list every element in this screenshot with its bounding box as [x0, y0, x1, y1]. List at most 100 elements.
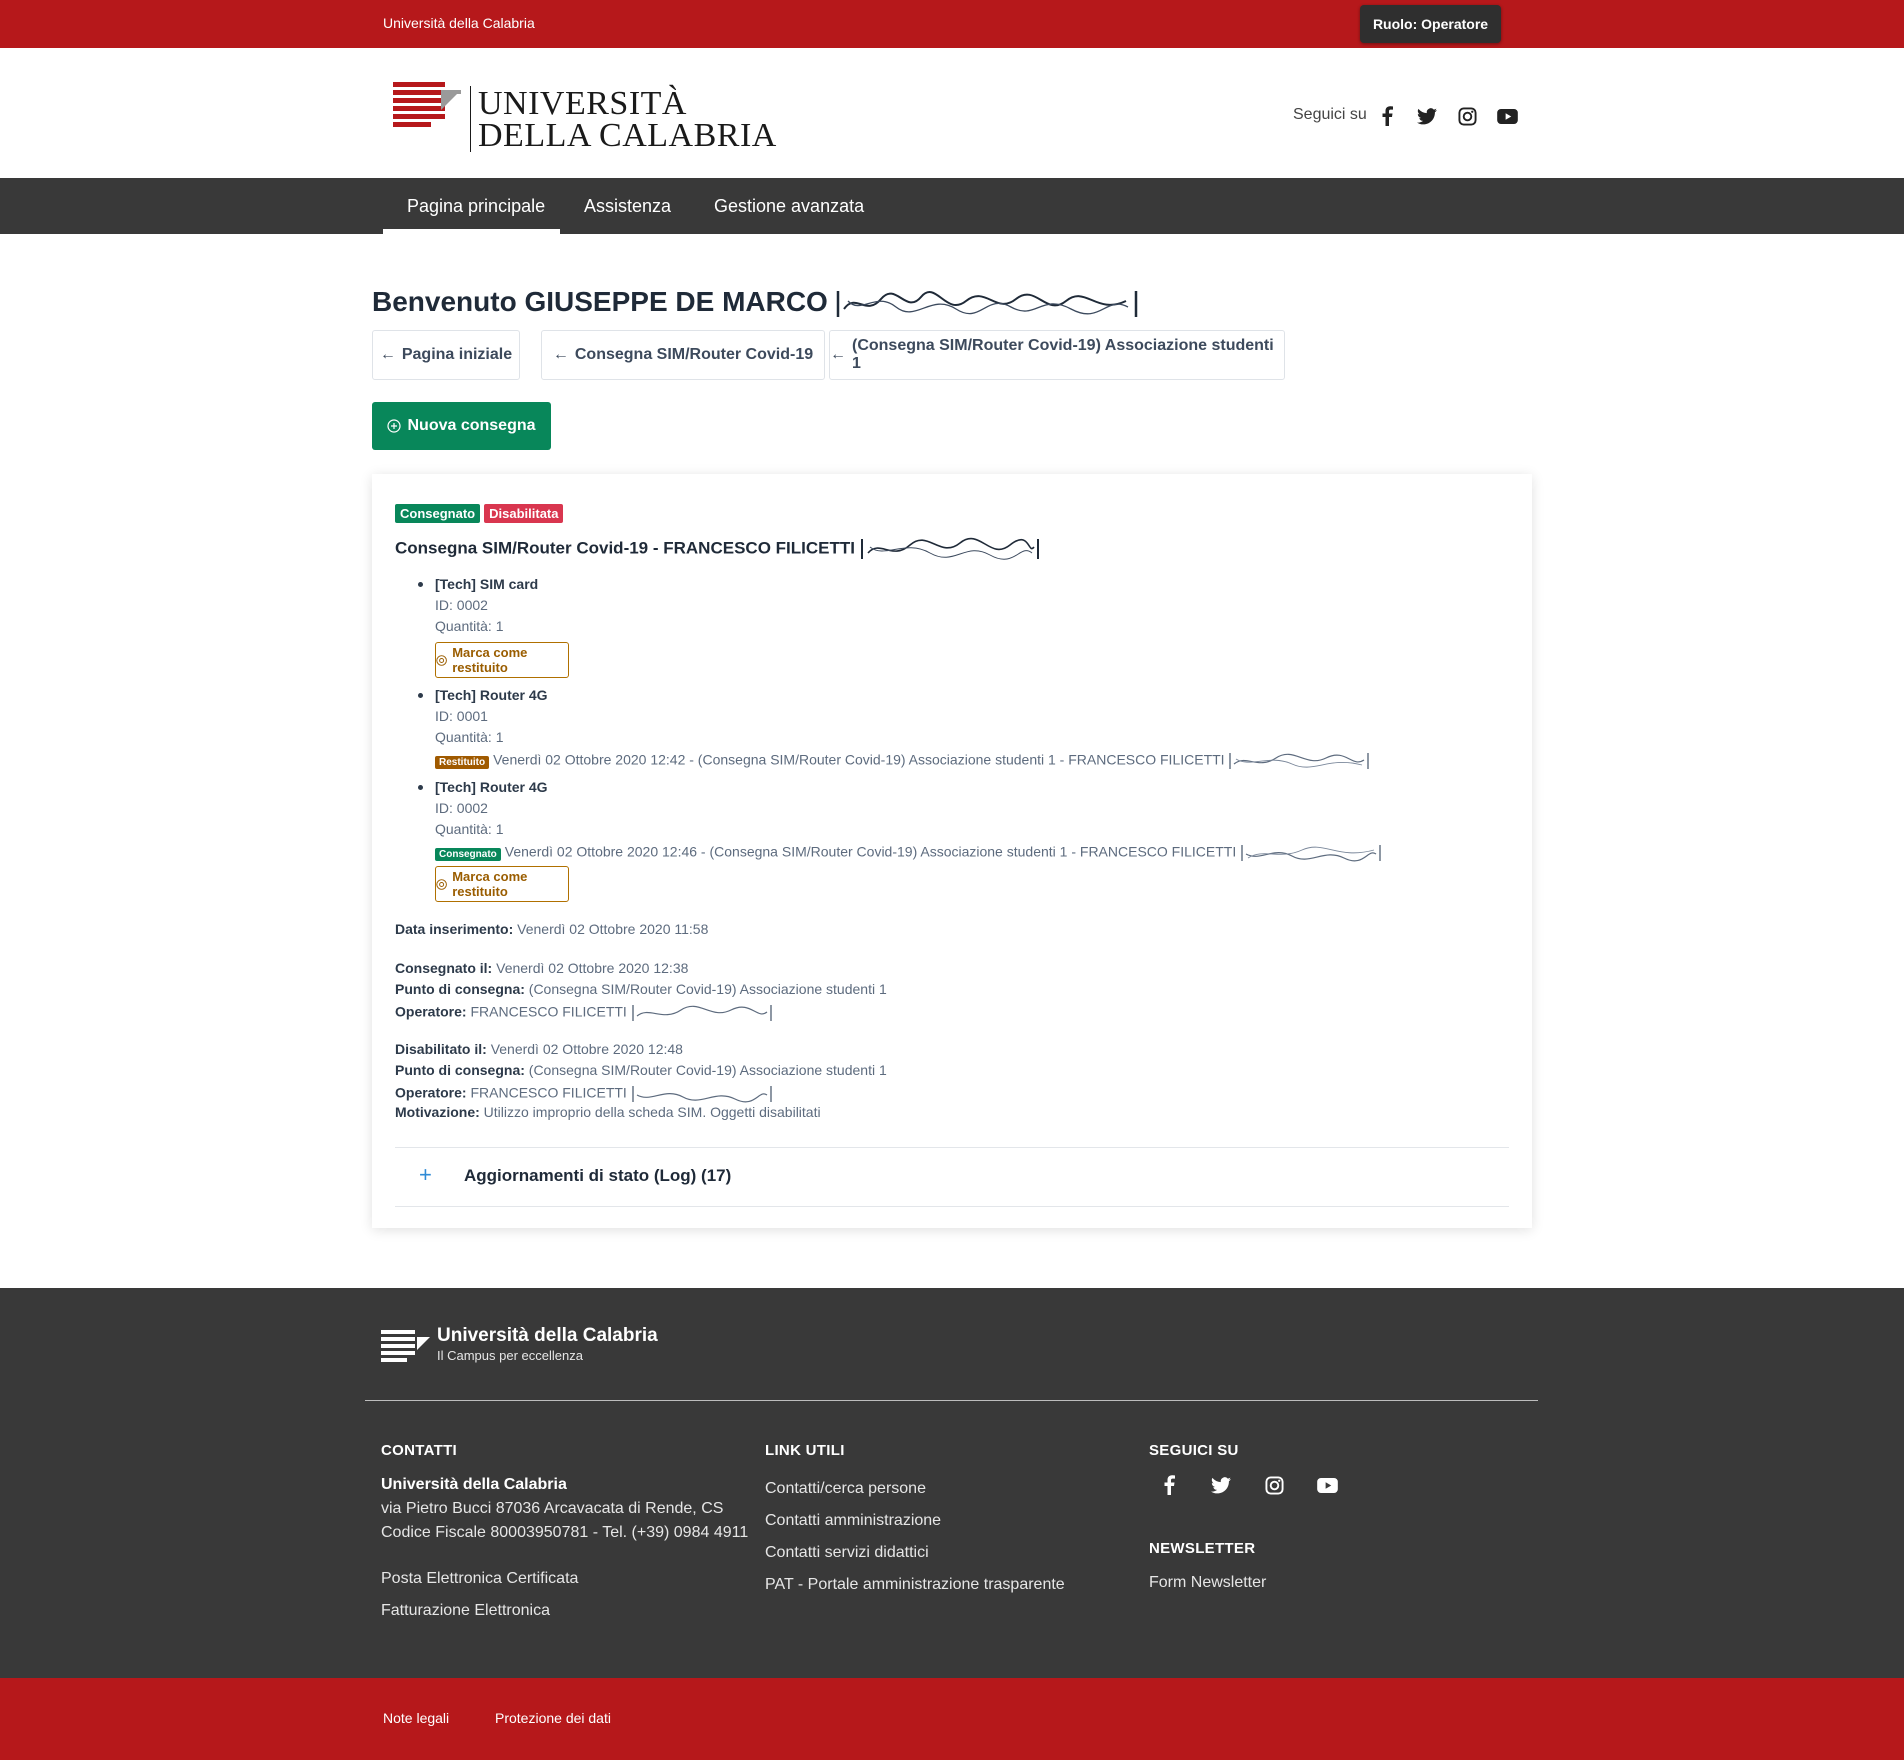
breadcrumb-consegna[interactable]: ← Consegna SIM/Router Covid-19	[541, 330, 825, 380]
footer-link-pat[interactable]: PAT - Portale amministrazione trasparent…	[765, 1576, 1065, 1594]
log-accordion[interactable]: + Aggiornamenti di stato (Log) (17)	[395, 1147, 1509, 1207]
card-title: Consegna SIM/Router Covid-19 - FRANCESCO…	[395, 535, 1040, 563]
item-id: ID: 0002	[435, 800, 488, 816]
footer-brand-subtitle: Il Campus per eccellenza	[437, 1348, 583, 1363]
footer-seguici-heading: SEGUICI SU	[1149, 1442, 1239, 1459]
footer-link-fatturazione[interactable]: Fatturazione Elettronica	[381, 1602, 550, 1620]
footer-newsletter-link[interactable]: Form Newsletter	[1149, 1574, 1266, 1592]
item-quantity: Quantità: 1	[435, 821, 504, 837]
breadcrumb-associazione[interactable]: ← (Consegna SIM/Router Covid-19) Associa…	[829, 330, 1285, 380]
footer-twitter-icon[interactable]	[1208, 1472, 1234, 1498]
twitter-icon[interactable]	[1414, 103, 1440, 129]
item-id: ID: 0001	[435, 708, 488, 724]
footer-brand-title[interactable]: Università della Calabria	[437, 1325, 658, 1347]
footer-contatti-address: via Pietro Bucci 87036 Arcavacata di Ren…	[381, 1500, 724, 1517]
detail-value: Venerdì 02 Ottobre 2020 12:48	[490, 1041, 683, 1057]
breadcrumb-label: (Consegna SIM/Router Covid-19) Associazi…	[852, 337, 1274, 372]
data-inserimento-line: Data inserimento: Venerdì 02 Ottobre 202…	[395, 921, 708, 937]
item-id: ID: 0002	[435, 597, 488, 613]
badge-restituito: Restituito	[435, 755, 490, 769]
detail-label: Data inserimento:	[395, 921, 514, 937]
detail-label: Punto di consegna:	[395, 981, 525, 997]
new-delivery-button[interactable]: Nuova consegna	[372, 402, 551, 450]
card-title-text: Consegna SIM/Router Covid-19 - FRANCESCO…	[395, 538, 855, 558]
redacted-scribble	[1241, 845, 1381, 862]
detail-label: Operatore:	[395, 1084, 467, 1101]
nav-item-gestione-avanzata[interactable]: Gestione avanzata	[714, 178, 864, 234]
item-title: [Tech] SIM card	[435, 576, 539, 592]
top-bar: Università della Calabria	[0, 0, 1904, 48]
new-delivery-label: Nuova consegna	[407, 417, 536, 434]
detail-label: Consegnato il:	[395, 960, 493, 976]
breadcrumb-label: Pagina iniziale	[401, 346, 513, 363]
youtube-icon[interactable]	[1494, 103, 1520, 129]
social-label: Seguici su	[1293, 106, 1367, 123]
detail-value: FRANCESCO FILICETTI	[470, 1084, 627, 1101]
footer-youtube-icon[interactable]	[1314, 1472, 1340, 1498]
redacted-scribble	[836, 290, 1137, 317]
punto-consegna-line: Punto di consegna: (Consegna SIM/Router …	[395, 981, 887, 997]
detail-value: Venerdì 02 Ottobre 2020 12:38	[496, 960, 689, 976]
footer-link-contatti-amministrazione[interactable]: Contatti amministrazione	[765, 1512, 941, 1530]
item-status-text: Venerdì 02 Ottobre 2020 12:42 - (Consegn…	[493, 751, 1225, 768]
detail-value: Venerdì 02 Ottobre 2020 11:58	[517, 921, 709, 937]
logo-divider	[470, 86, 471, 152]
bottom-bar	[0, 1678, 1904, 1760]
redacted-scribble	[632, 1005, 772, 1021]
item-status-text: Venerdì 02 Ottobre 2020 12:46 - (Consegn…	[504, 843, 1237, 860]
breadcrumb-label: Consegna SIM/Router Covid-19	[574, 346, 814, 363]
role-button[interactable]: Ruolo: Operatore	[1360, 5, 1501, 43]
item-quantity: Quantità: 1	[435, 618, 504, 634]
list-bullet	[418, 582, 423, 587]
return-circle-icon	[436, 654, 447, 666]
status-badges: Consegnato Disabilitata	[395, 504, 564, 523]
site-footer	[0, 1288, 1904, 1678]
punto-consegna-line: Punto di consegna: (Consegna SIM/Router …	[395, 1062, 887, 1078]
arrow-left-icon: ←	[379, 346, 396, 363]
mark-returned-label: Marca come restituito	[452, 869, 528, 899]
plus-circle-icon	[387, 419, 402, 433]
operatore-line: Operatore: FRANCESCO FILICETTI	[395, 1002, 773, 1024]
detail-label: Motivazione:	[395, 1104, 480, 1120]
log-accordion-label: Aggiornamenti di stato (Log) (17)	[464, 1166, 732, 1185]
badge-consegnato-small: Consegnato	[435, 847, 501, 861]
facebook-icon[interactable]	[1374, 103, 1400, 129]
footer-link-servizi-didattici[interactable]: Contatti servizi didattici	[765, 1544, 929, 1562]
main-nav: Pagina principale Assistenza Gestione av…	[0, 178, 1904, 234]
footer-logo-mark	[381, 1330, 431, 1367]
detail-value: Utilizzo improprio della scheda SIM. Ogg…	[483, 1104, 821, 1120]
footer-instagram-icon[interactable]	[1261, 1472, 1287, 1498]
nav-item-assistenza[interactable]: Assistenza	[584, 178, 671, 234]
badge-consegnato: Consegnato	[395, 504, 481, 523]
mark-returned-button[interactable]: Marca come restituito	[435, 866, 569, 902]
redacted-scribble	[1229, 753, 1370, 769]
badge-disabilitata: Disabilitata	[484, 504, 564, 523]
nav-active-indicator	[383, 229, 560, 234]
consegnato-il-line: Consegnato il: Venerdì 02 Ottobre 2020 1…	[395, 960, 688, 976]
nav-item-pagina-principale[interactable]: Pagina principale	[407, 178, 545, 234]
detail-label: Operatore:	[395, 1003, 467, 1020]
welcome-heading: Benvenuto GIUSEPPE DE MARCO	[372, 286, 1138, 321]
bottom-link-protezione-dati[interactable]: Protezione dei dati	[495, 1710, 611, 1726]
instagram-icon[interactable]	[1454, 103, 1480, 129]
footer-facebook-icon[interactable]	[1156, 1472, 1182, 1498]
item-status-line: Restituito Venerdì 02 Ottobre 2020 12:42 …	[435, 750, 1370, 772]
footer-link-cerca-persone[interactable]: Contatti/cerca persone	[765, 1480, 926, 1498]
top-bar-brand[interactable]: Università della Calabria	[383, 15, 535, 31]
plus-icon[interactable]: +	[419, 1162, 432, 1188]
footer-newsletter-heading: NEWSLETTER	[1149, 1540, 1256, 1557]
footer-contatti-name: Università della Calabria	[381, 1476, 567, 1493]
item-quantity: Quantità: 1	[435, 729, 504, 745]
bottom-link-note-legali[interactable]: Note legali	[383, 1710, 449, 1726]
detail-label: Punto di consegna:	[395, 1062, 525, 1078]
mark-returned-button[interactable]: Marca come restituito	[435, 642, 569, 678]
arrow-left-icon: ←	[830, 346, 846, 363]
logo-line-2: DELLA CALABRIA	[478, 117, 777, 154]
breadcrumb-pagina-iniziale[interactable]: ← Pagina iniziale	[372, 330, 520, 380]
footer-link-pec[interactable]: Posta Elettronica Certificata	[381, 1570, 578, 1588]
detail-value: (Consegna SIM/Router Covid-19) Associazi…	[528, 1062, 887, 1078]
disabilitato-il-line: Disabilitato il: Venerdì 02 Ottobre 2020…	[395, 1041, 683, 1057]
item-status-line: Consegnato Venerdì 02 Ottobre 2020 12:46 …	[435, 842, 1382, 864]
university-logo-mark[interactable]	[393, 82, 465, 133]
university-logo-text[interactable]: UNIVERSITÀ DELLA CALABRIA	[478, 87, 777, 154]
